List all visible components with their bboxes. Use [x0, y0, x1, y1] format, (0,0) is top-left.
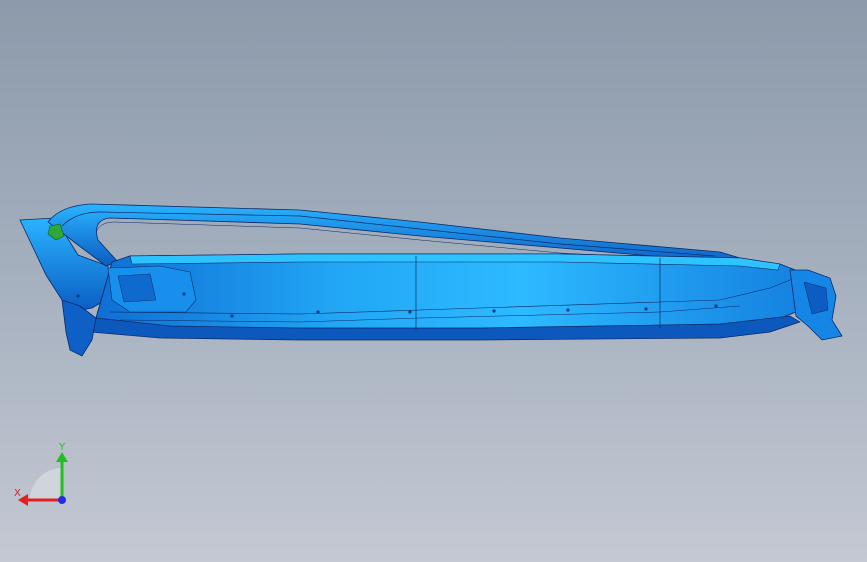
hole [714, 304, 718, 308]
y-axis-label: Y [58, 442, 66, 453]
hole [492, 309, 496, 313]
hole [644, 307, 648, 311]
graphics-viewport[interactable]: Y X [0, 0, 867, 562]
hole [182, 292, 186, 296]
hole [76, 294, 80, 298]
hole [408, 310, 412, 314]
z-axis-dot [58, 496, 66, 504]
x-axis-label: X [14, 488, 21, 499]
triad-plane-shade [30, 468, 62, 500]
main-body-panel[interactable] [95, 253, 807, 335]
y-axis-arrow [56, 452, 68, 462]
hole [230, 314, 234, 318]
hole [316, 310, 320, 314]
cad-model-view[interactable] [0, 0, 867, 562]
front-inner-detail-2 [117, 273, 157, 303]
axis-triad: Y X [14, 442, 68, 506]
hole [566, 308, 570, 312]
